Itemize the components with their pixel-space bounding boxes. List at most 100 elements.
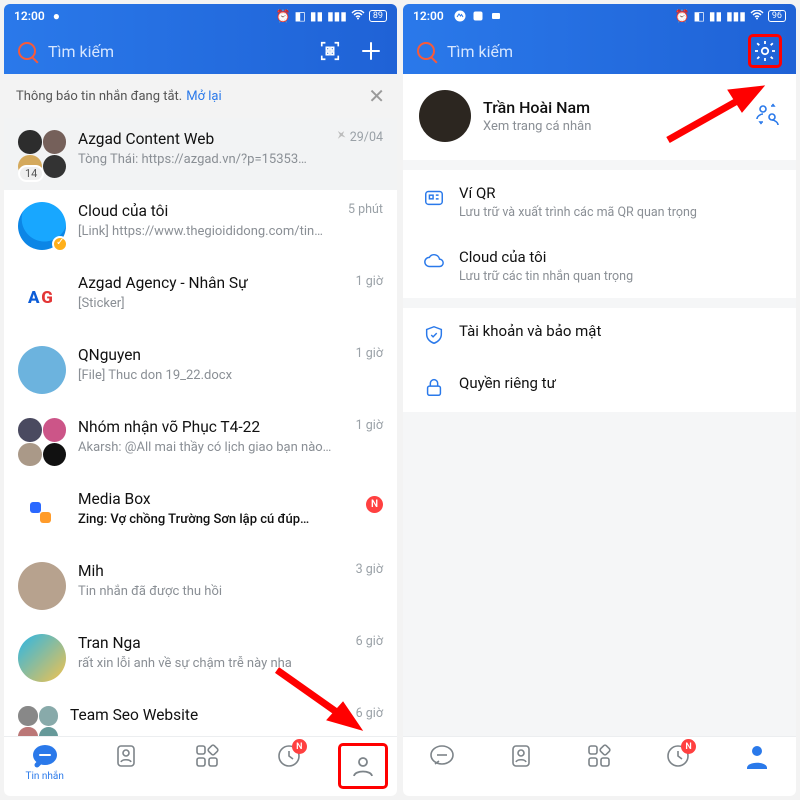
profile-name: Trần Hoài Nam <box>483 98 754 117</box>
unread-badge: N <box>366 496 383 513</box>
chat-preview: [Link] https://www.thegioididong.com/tin… <box>78 224 333 239</box>
chat-time: 6 giờ <box>339 634 383 649</box>
notice-text: Thông báo tin nhắn đang tắt. <box>16 89 182 104</box>
bottom-nav: N <box>403 736 796 796</box>
menu-desc: Lưu trữ các tin nhắn quan trọng <box>459 269 780 284</box>
nav-timeline[interactable]: N <box>646 743 710 769</box>
menu-desc: Lưu trữ và xuất trình các mã QR quan trọ… <box>459 205 780 220</box>
avatar <box>18 202 66 250</box>
avatar <box>419 90 471 142</box>
menu-title: Cloud của tôi <box>459 248 780 266</box>
chat-title: Azgad Agency - Nhân Sự <box>78 274 333 292</box>
verified-icon <box>52 236 68 252</box>
menu-title: Tài khoản và bảo mật <box>459 322 780 340</box>
search-bar: Tìm kiếm <box>403 28 796 74</box>
search-input[interactable]: Tìm kiếm <box>447 42 748 61</box>
empty-area <box>403 412 796 736</box>
signal-icon: ▮▮ <box>709 9 722 23</box>
nav-messages[interactable] <box>410 743 474 769</box>
chat-row[interactable]: 14 Azgad Content Web Tòng Thái: https://a… <box>4 118 397 190</box>
nav-badge: N <box>681 739 696 754</box>
menu-privacy[interactable]: Quyền riêng tư <box>403 360 796 412</box>
menu-my-cloud[interactable]: Cloud của tôi Lưu trữ các tin nhắn quan t… <box>403 234 796 298</box>
chat-preview: rất xin lỗi anh về sự chậm trễ này nha <box>78 656 333 671</box>
bottom-nav: Tin nhắn N <box>4 736 397 796</box>
messenger-icon: ● <box>53 9 60 23</box>
lock-icon <box>419 374 449 398</box>
avatar <box>18 346 66 394</box>
vibrate-icon: ◧ <box>694 9 705 23</box>
menu-account-security[interactable]: Tài khoản và bảo mật <box>403 298 796 360</box>
avatar: G <box>18 274 66 322</box>
avatar: 14 <box>18 130 66 178</box>
chat-preview: Akarsh: @All mai thầy có lịch giao bạn n… <box>78 440 333 455</box>
chat-row[interactable]: Cloud của tôi[Link] https://www.thegioid… <box>4 190 397 262</box>
chat-row[interactable]: Media Box Zing: Vợ chồng Trường Sơn lập c… <box>4 478 397 550</box>
avatar <box>18 706 58 736</box>
profile-header[interactable]: Trần Hoài Nam Xem trang cá nhân <box>403 74 796 160</box>
nav-contacts[interactable] <box>94 743 158 769</box>
nav-discover[interactable] <box>175 743 239 769</box>
avatar <box>18 634 66 682</box>
nav-discover[interactable] <box>567 743 631 769</box>
vibrate-icon: ◧ <box>295 9 306 23</box>
search-input[interactable]: Tìm kiếm <box>48 42 319 61</box>
cloud-icon <box>419 248 449 272</box>
phone-right: 12:00 ⏰ ◧ ▮▮ ▮▮▮ 96 Tìm kiếm Trần Hoài N… <box>403 4 796 796</box>
chat-title: Mih <box>78 562 333 580</box>
qr-scan-icon[interactable] <box>319 40 341 62</box>
chat-row[interactable]: Nhóm nhận võ Phục T4-22 Akarsh: @All mai … <box>4 406 397 478</box>
qr-wallet-icon <box>419 184 449 208</box>
chat-time: 1 giờ <box>339 346 383 361</box>
chat-title: Tran Nga <box>78 634 333 652</box>
nav-timeline[interactable]: N <box>257 743 321 769</box>
chat-row[interactable]: Tran Nga rất xin lỗi anh về sự chậm trễ n… <box>4 622 397 694</box>
chat-preview: Tin nhắn đã được thu hồi <box>78 584 333 599</box>
search-icon[interactable] <box>417 42 435 60</box>
gear-icon <box>753 39 777 63</box>
status-time: 12:00 <box>14 9 45 23</box>
chat-title: Azgad Content Web <box>78 130 330 148</box>
chat-title: Media Box <box>78 490 333 508</box>
battery-icon: 89 <box>369 10 387 22</box>
avatar <box>18 562 66 610</box>
nav-label: Tin nhắn <box>13 771 77 782</box>
menu-qr-wallet[interactable]: Ví QRLưu trữ và xuất trình các mã QR qua… <box>403 160 796 234</box>
avatar <box>18 490 66 538</box>
signal-icon-2: ▮▮▮ <box>327 9 347 23</box>
status-bar: 12:00 ⏰ ◧ ▮▮ ▮▮▮ 96 <box>403 4 796 28</box>
status-time: 12:00 <box>413 9 444 23</box>
chat-row[interactable]: G Azgad Agency - Nhân Sự[Sticker] 1 giờ <box>4 262 397 334</box>
notification-banner: Thông báo tin nhắn đang tắt. Mở lại ✕ <box>4 74 397 118</box>
nav-messages[interactable]: Tin nhắn <box>13 743 77 782</box>
chat-preview: [Sticker] <box>78 296 333 311</box>
battery-icon: 96 <box>768 10 786 22</box>
add-icon[interactable] <box>359 39 383 63</box>
chat-preview: Tòng Thái: https://azgad.vn/?p=15353… <box>78 152 330 167</box>
phone-left: 12:00 ● ⏰ ◧ ▮▮ ▮▮▮ 89 Tìm kiếm Thông báo… <box>4 4 397 796</box>
settings-button[interactable] <box>748 34 782 68</box>
search-bar: Tìm kiếm <box>4 28 397 74</box>
switch-account-icon[interactable] <box>754 101 780 131</box>
nav-contacts[interactable] <box>489 743 553 769</box>
chat-time: 3 giờ <box>339 562 383 577</box>
chat-preview: Zing: Vợ chồng Trường Sơn lập cú đúp… <box>78 512 333 527</box>
search-icon[interactable] <box>18 42 36 60</box>
nav-me[interactable] <box>725 743 789 769</box>
wifi-icon <box>750 9 764 23</box>
alarm-icon: ⏰ <box>276 9 291 23</box>
chat-row[interactable]: Team Seo Website 6 giờ <box>4 694 397 736</box>
close-icon[interactable]: ✕ <box>368 84 385 108</box>
chat-title: Nhóm nhận võ Phục T4-22 <box>78 418 333 436</box>
chat-row[interactable]: Mih Tin nhắn đã được thu hồi 3 giờ <box>4 550 397 622</box>
nav-me[interactable] <box>338 743 388 789</box>
avatar <box>18 418 66 466</box>
chat-row[interactable]: QNguyen[File] Thuc don 19_22.docx 1 giờ <box>4 334 397 406</box>
profile-hint: Xem trang cá nhân <box>483 119 754 134</box>
settings-menu: Ví QRLưu trữ và xuất trình các mã QR qua… <box>403 160 796 412</box>
signal-icon-2: ▮▮▮ <box>726 9 746 23</box>
wifi-icon <box>351 9 365 23</box>
notice-reenable-link[interactable]: Mở lại <box>186 89 221 104</box>
status-app-icons <box>454 10 502 22</box>
nav-badge: N <box>292 739 307 754</box>
